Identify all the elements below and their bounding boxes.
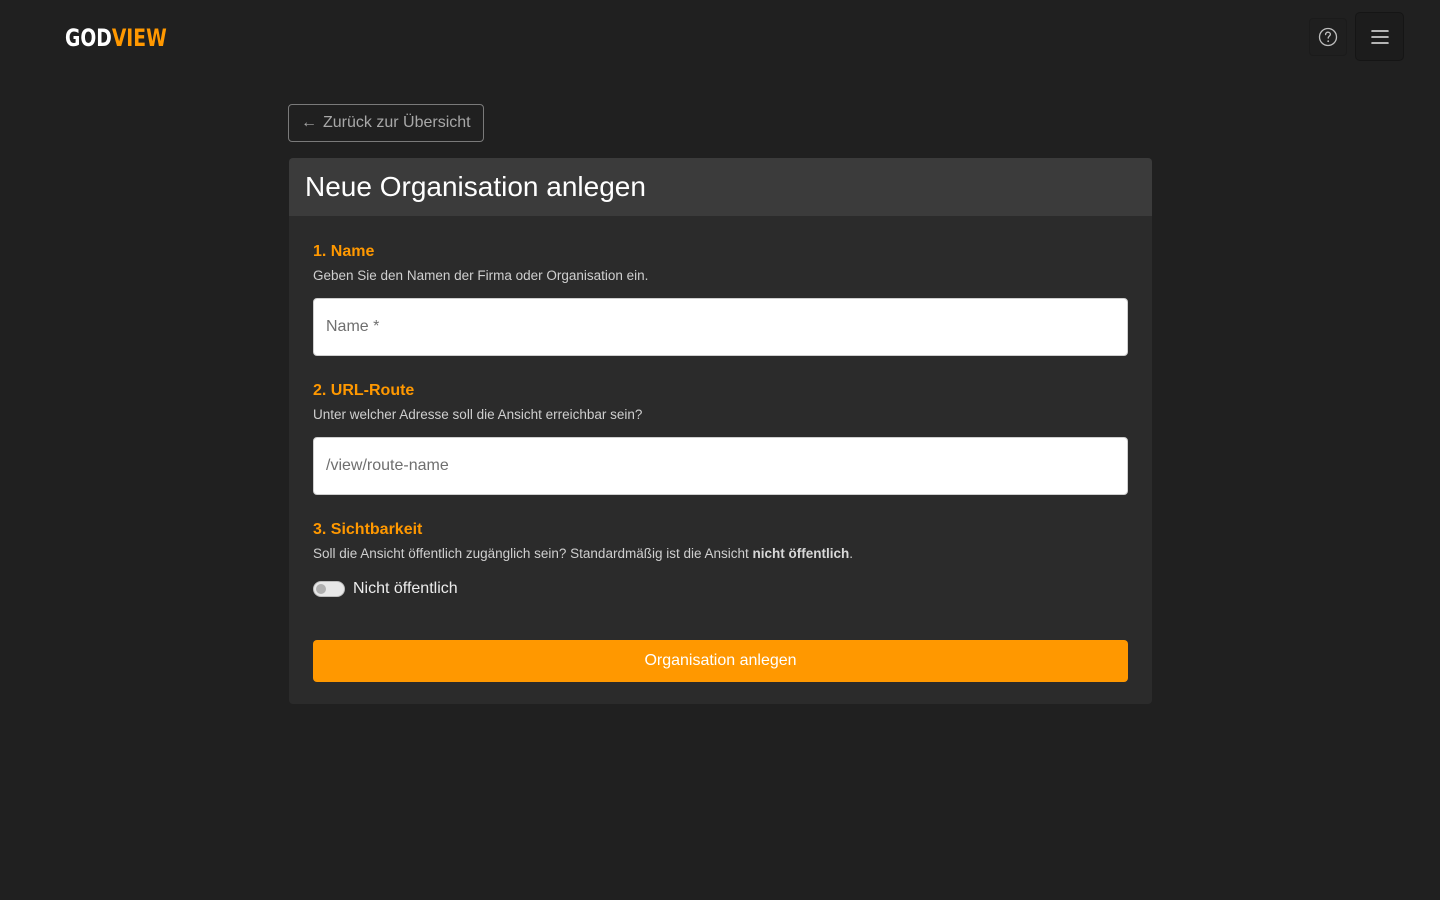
visibility-section-description: Soll die Ansicht öffentlich zugänglich s… — [313, 545, 1128, 563]
visibility-description-prefix: Soll die Ansicht öffentlich zugänglich s… — [313, 546, 753, 561]
back-button-label: Zurück zur Übersicht — [323, 114, 471, 131]
name-section-description: Geben Sie den Namen der Firma oder Organ… — [313, 268, 649, 283]
logo-text-part2: VIEW — [111, 24, 167, 52]
godview-logo[interactable]: GODVIEW — [65, 24, 167, 52]
form-body: 1. Name Geben Sie den Namen der Firma od… — [289, 216, 1152, 682]
route-section-title: 2. URL-Route — [313, 382, 415, 399]
name-section-title: 1. Name — [313, 243, 375, 260]
top-bar: GODVIEW — [0, 0, 1440, 76]
visibility-section: 3. Sichtbarkeit Soll die Ansicht öffentl… — [313, 520, 1128, 599]
route-section-description: Unter welcher Adresse soll die Ansicht e… — [313, 407, 643, 422]
help-button[interactable] — [1309, 18, 1347, 56]
hamburger-menu-icon — [1370, 29, 1389, 44]
arrow-left-icon: ← — [301, 114, 317, 131]
visibility-section-title: 3. Sichtbarkeit — [313, 521, 423, 538]
back-to-overview-button[interactable]: ← Zurück zur Übersicht — [288, 104, 484, 142]
name-input[interactable] — [313, 298, 1128, 356]
route-section: 2. URL-Route Unter welcher Adresse soll … — [313, 381, 1128, 495]
card-header: Neue Organisation anlegen — [289, 158, 1152, 216]
menu-button[interactable] — [1355, 12, 1404, 61]
visibility-toggle-label[interactable]: Nicht öffentlich — [353, 580, 458, 598]
page-title: Neue Organisation anlegen — [305, 171, 646, 202]
visibility-toggle-row: Nicht öffentlich — [313, 579, 1128, 599]
visibility-description-bold: nicht öffentlich — [752, 546, 850, 561]
visibility-description-suffix: . — [849, 546, 854, 561]
toggle-knob — [316, 584, 326, 594]
question-circle-icon — [1318, 27, 1338, 47]
logo-text-part1: GOD — [65, 24, 112, 52]
create-organization-button[interactable]: Organisation anlegen — [313, 640, 1128, 682]
route-input[interactable] — [313, 437, 1128, 495]
name-section: 1. Name Geben Sie den Namen der Firma od… — [313, 242, 1128, 356]
create-organization-card: Neue Organisation anlegen 1. Name Geben … — [289, 158, 1152, 704]
visibility-toggle[interactable] — [313, 581, 345, 597]
